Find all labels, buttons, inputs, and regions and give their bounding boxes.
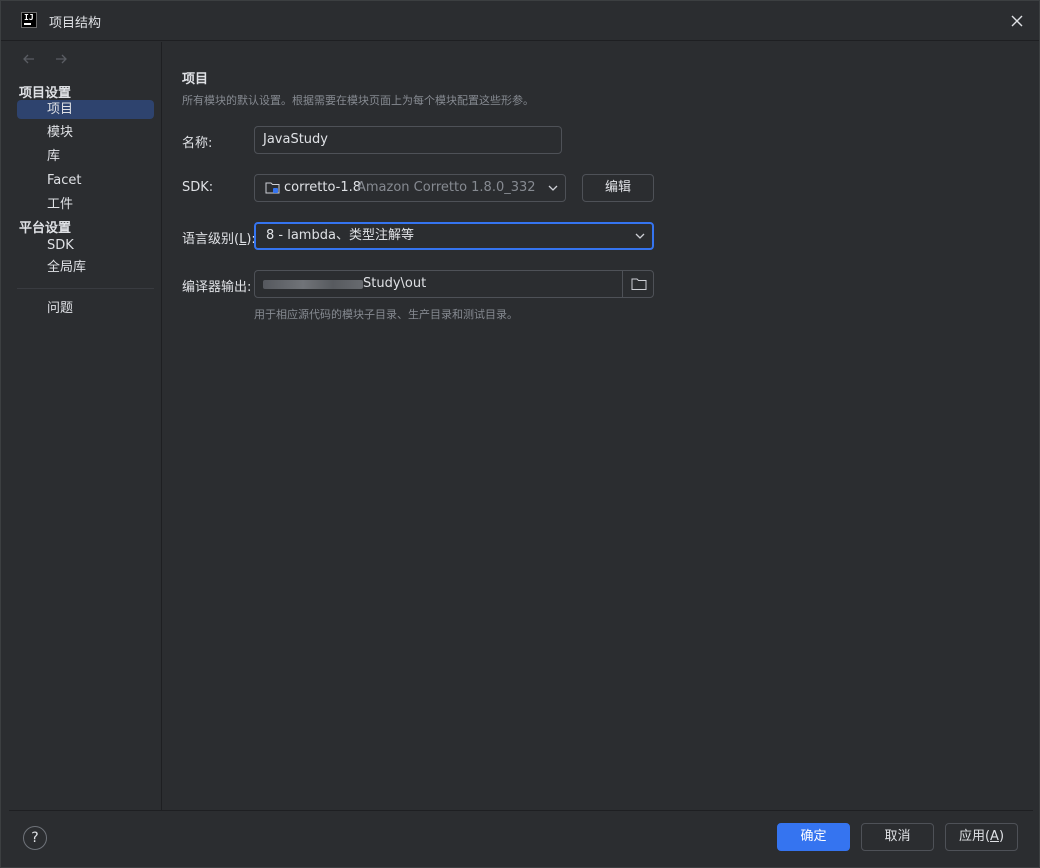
sidebar-item-facets[interactable]: Facet [17,171,154,190]
apply-label-prefix: 应用( [958,829,991,844]
ok-button[interactable]: 确定 [777,823,850,851]
redacted-path-segment [263,280,363,289]
chevron-down-icon [548,185,558,191]
compiler-output-path: Study\out [363,276,427,291]
apply-label-mnemonic: A [990,829,999,844]
main-panel: 项目 所有模块的默认设置。根据需要在模块页面上为每个模块配置这些形参。 名称: … [163,42,1033,810]
help-button[interactable]: ? [23,826,47,850]
sidebar-divider [17,288,154,289]
name-label: 名称: [182,136,213,151]
compiler-output-label: 编译器输出: [182,280,252,295]
close-button[interactable] [1007,11,1027,31]
sdk-dropdown[interactable]: corretto-1.8 Amazon Corretto 1.8.0_332 [254,174,566,202]
sidebar-item-artifacts[interactable]: 工件 [17,195,154,214]
compiler-output-field[interactable]: Study\out [254,270,654,298]
sdk-folder-icon [265,182,280,194]
name-input[interactable]: JavaStudy [254,126,562,154]
language-level-dropdown[interactable]: 8 - lambda、类型注解等 [254,222,654,250]
page-description: 所有模块的默认设置。根据需要在模块页面上为每个模块配置这些形参。 [182,94,534,107]
chevron-down-icon [635,233,645,239]
project-settings-header: 项目设置 [19,86,72,101]
apply-label-suffix: ) [998,829,1005,844]
sdk-name: corretto-1.8 [284,180,362,195]
arrow-right-icon [56,54,68,64]
field-separator [622,271,623,297]
title-bar: IJ 项目结构 [1,1,1039,41]
arrow-left-icon [23,54,34,64]
compiler-output-hint: 用于相应源代码的模块子目录、生产目录和测试目录。 [254,308,518,321]
close-icon [1011,15,1023,27]
sdk-version: Amazon Corretto 1.8.0_332 [357,180,536,195]
forward-button[interactable] [53,51,71,71]
nav-arrows [21,51,81,67]
project-structure-dialog: IJ 项目结构 项目设置 项目 模块 库 Facet 工件 平台设置 SDK 全… [0,0,1040,868]
dialog-footer: ? 确定 取消 应用(A) [9,810,1033,862]
sidebar-item-sdks[interactable]: SDK [17,236,154,255]
intellij-app-icon: IJ [21,12,37,28]
sidebar-item-libraries[interactable]: 库 [17,147,154,166]
browse-folder-icon[interactable] [631,277,647,291]
language-level-label: 语言级别(L): [182,228,256,247]
sidebar: 项目设置 项目 模块 库 Facet 工件 平台设置 SDK 全局库 问题 [9,42,162,810]
apply-button[interactable]: 应用(A) [945,823,1018,851]
window-title: 项目结构 [49,16,102,31]
sdk-label: SDK: [182,180,214,195]
sidebar-item-problems[interactable]: 问题 [17,299,154,318]
platform-settings-header: 平台设置 [19,221,72,236]
back-button[interactable] [21,51,39,71]
sidebar-item-modules[interactable]: 模块 [17,123,154,142]
sidebar-item-project[interactable]: 项目 [17,100,154,119]
language-level-value: 8 - lambda、类型注解等 [266,228,414,243]
page-title: 项目 [182,72,209,87]
cancel-button[interactable]: 取消 [861,823,934,851]
edit-sdk-button[interactable]: 编辑 [582,174,654,202]
language-level-label-prefix: 语言级别( [182,232,240,247]
sidebar-item-global-libraries[interactable]: 全局库 [17,258,154,277]
